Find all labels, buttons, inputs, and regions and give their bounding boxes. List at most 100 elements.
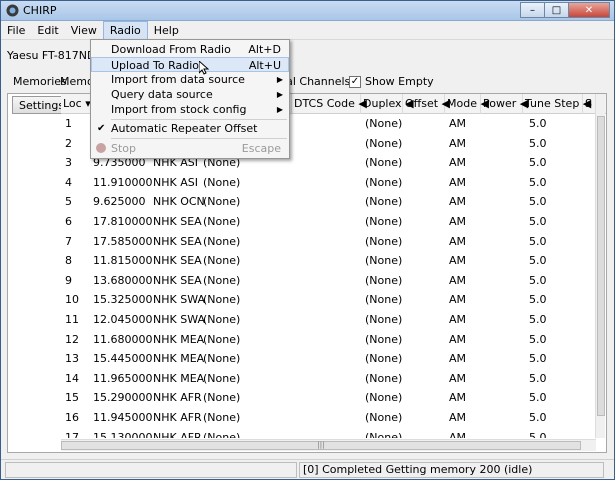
cell-tone[interactable]: (None) [201,369,240,389]
menu-file[interactable]: File [1,21,31,40]
table-row[interactable]: 10 15.325000 NHK SWA (None) (None) AM 5.0 [61,290,606,310]
cell-loc[interactable]: 4 [63,173,72,193]
cell-step[interactable]: 5.0 [527,173,547,193]
menu-help[interactable]: Help [148,21,185,40]
cell-freq[interactable]: 11.680000 [91,330,153,350]
table-row[interactable]: 14 11.965000 NHK MEA (None) (None) AM 5.0 [61,369,606,389]
cell-mode[interactable]: AM [447,232,466,252]
cell-loc[interactable]: 9 [63,271,72,291]
minimize-button[interactable]: – [520,2,545,18]
cell-mode[interactable]: AM [447,173,466,193]
cell-step[interactable]: 5.0 [527,408,547,428]
horizontal-scrollbar[interactable]: ||| [61,439,596,451]
cell-loc[interactable]: 1 [63,114,72,134]
cell-name[interactable]: NHK AFR [151,408,202,428]
cell-tone[interactable]: (None) [201,192,240,212]
cell-freq[interactable]: 11.945000 [91,408,153,428]
cell-mode[interactable]: AM [447,310,466,330]
cell-freq[interactable]: 15.290000 [91,388,153,408]
cell-duplex[interactable]: (None) [363,271,402,291]
table-row[interactable]: 16 11.945000 NHK AFR (None) (None) AM 5.0 [61,408,606,428]
cell-freq[interactable]: 11.910000 [91,173,153,193]
cell-loc[interactable]: 2 [63,134,72,154]
menu-radio[interactable]: Radio [102,20,148,40]
cell-name[interactable]: NHK ASI [151,173,198,193]
cell-freq[interactable]: 13.680000 [91,271,153,291]
title-bar[interactable]: CHIRP – □ ✕ [1,1,614,21]
menu-item-import-from-stock-config[interactable]: Import from stock config ▶ [91,102,289,117]
cell-tone[interactable]: (None) [201,408,240,428]
cell-loc[interactable]: 15 [63,388,79,408]
cell-loc[interactable]: 11 [63,310,79,330]
menu-item-query-data-source[interactable]: Query data source ▶ [91,87,289,102]
cell-name[interactable]: NHK SEA [151,271,202,291]
cell-duplex[interactable]: (None) [363,349,402,369]
table-row[interactable]: 6 17.810000 NHK SEA (None) (None) AM 5.0 [61,212,606,232]
cell-mode[interactable]: AM [447,349,466,369]
cell-name[interactable]: NHK SEA [151,251,202,271]
table-row[interactable]: 7 17.585000 NHK SEA (None) (None) AM 5.0 [61,232,606,252]
col-dtcs-code[interactable]: DTCS Code ◀ [291,94,367,114]
cell-step[interactable]: 5.0 [527,153,547,173]
cell-tone[interactable]: (None) [201,173,240,193]
cell-step[interactable]: 5.0 [527,349,547,369]
table-row[interactable]: 8 11.815000 NHK SEA (None) (None) AM 5.0 [61,251,606,271]
cell-loc[interactable]: 6 [63,212,72,232]
cell-step[interactable]: 5.0 [527,330,547,350]
col-tune-step[interactable]: Tune Step ◀ [523,94,591,114]
cell-duplex[interactable]: (None) [363,408,402,428]
cell-step[interactable]: 5.0 [527,114,547,134]
cell-tone[interactable]: (None) [201,271,240,291]
cell-step[interactable]: 5.0 [527,251,547,271]
cell-name[interactable]: NHK SWA [151,290,205,310]
cell-loc[interactable]: 3 [63,153,72,173]
cell-step[interactable]: 5.0 [527,192,547,212]
cell-mode[interactable]: AM [447,369,466,389]
table-row[interactable]: 12 11.680000 NHK MEA (None) (None) AM 5.0 [61,330,606,350]
cell-freq[interactable]: 17.585000 [91,232,153,252]
cell-step[interactable]: 5.0 [527,428,547,438]
cell-duplex[interactable]: (None) [363,290,402,310]
vertical-scrollbar[interactable] [595,94,605,438]
cell-mode[interactable]: AM [447,251,466,271]
maximize-button[interactable]: □ [544,2,569,18]
cell-tone[interactable]: (None) [201,212,240,232]
cell-duplex[interactable]: (None) [363,212,402,232]
cell-loc[interactable]: 16 [63,408,79,428]
cell-name[interactable]: NHK MEA [151,369,204,389]
cell-duplex[interactable]: (None) [363,192,402,212]
cell-tone[interactable]: (None) [201,232,240,252]
menu-item-stop[interactable]: Stop Escape [91,141,289,156]
cell-step[interactable]: 5.0 [527,271,547,291]
menu-item-import-from-data-source[interactable]: Import from data source ▶ [91,72,289,87]
cell-name[interactable]: NHK SEA [151,212,202,232]
menu-view[interactable]: View [65,21,103,40]
radio-tab[interactable]: Yaesu FT-817ND: [7,45,99,67]
cell-name[interactable]: NHK SWA [151,310,205,330]
cell-duplex[interactable]: (None) [363,428,402,438]
cell-mode[interactable]: AM [447,114,466,134]
cell-duplex[interactable]: (None) [363,388,402,408]
cell-duplex[interactable]: (None) [363,232,402,252]
cell-step[interactable]: 5.0 [527,232,547,252]
cell-loc[interactable]: 8 [63,251,72,271]
close-button[interactable]: ✕ [568,2,610,18]
cell-loc[interactable]: 12 [63,330,79,350]
cell-duplex[interactable]: (None) [363,369,402,389]
cell-duplex[interactable]: (None) [363,310,402,330]
cell-mode[interactable]: AM [447,330,466,350]
cell-step[interactable]: 5.0 [527,369,547,389]
menu-item-upload-to-radio[interactable]: Upload To Radio Alt+U [91,57,289,72]
cell-tone[interactable]: (None) [201,251,240,271]
cell-tone[interactable]: (None) [201,290,240,310]
cell-mode[interactable]: AM [447,428,466,438]
cell-duplex[interactable]: (None) [363,134,402,154]
cell-mode[interactable]: AM [447,271,466,291]
cell-tone[interactable]: (None) [201,428,240,438]
cell-duplex[interactable]: (None) [363,173,402,193]
cell-freq[interactable]: 11.965000 [91,369,153,389]
cell-duplex[interactable]: (None) [363,330,402,350]
cell-loc[interactable]: 17 [63,428,79,438]
cell-name[interactable]: NHK AFR [151,428,202,438]
table-row[interactable]: 5 9.625000 NHK OCN (None) (None) AM 5.0 [61,192,606,212]
